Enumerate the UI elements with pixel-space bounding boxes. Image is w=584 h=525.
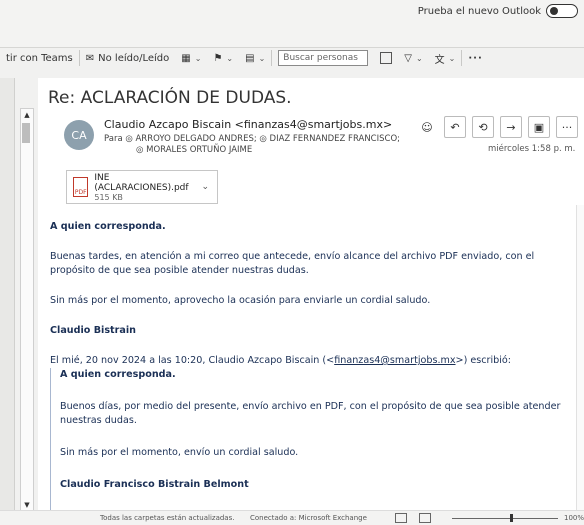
attachment-name: INE (ACLARACIONES).pdf — [94, 172, 189, 193]
teams-share-button[interactable]: ▣ — [528, 116, 550, 138]
avatar-initials: CA — [71, 128, 87, 142]
recipients-line1[interactable]: ARROYO DELGADO ANDRES; ◎ DIAZ FERNANDEZ … — [135, 134, 400, 144]
signature: Claudio Bistrain — [50, 325, 136, 336]
reply-button[interactable]: ↶ — [444, 116, 466, 138]
reading-pane-scrollbar[interactable] — [576, 205, 584, 524]
quoted-signature: Claudio Francisco Bistrain Belmont — [60, 479, 249, 490]
chevron-down-icon[interactable]: ⌄ — [201, 182, 209, 192]
search-people-placeholder: Buscar personas — [283, 53, 358, 63]
quote-header-pre: El mié, 20 nov 2024 a las 10:20, Claudio… — [50, 355, 335, 366]
chevron-down-icon: ⌄ — [226, 53, 234, 63]
contact-icon: ◎ — [136, 145, 144, 155]
attachment-info: INE (ACLARACIONES).pdf 515 KB — [94, 173, 201, 202]
forward-icon: → — [506, 120, 516, 134]
quoted-paragraph-2: Sin más por el momento, envío un cordial… — [60, 447, 299, 458]
recipients-line2[interactable]: MORALES ORTUÑO JAIME — [146, 145, 252, 155]
forward-button[interactable]: → — [500, 116, 522, 138]
normal-view-icon[interactable] — [395, 513, 407, 523]
zoom-slider-thumb[interactable] — [510, 514, 513, 522]
follow-up-button[interactable]: ⚑ ⌄ — [207, 47, 239, 69]
try-new-outlook-label: Prueba el nuevo Outlook — [417, 5, 541, 17]
chevron-down-icon: ⌄ — [415, 53, 423, 63]
to-label: Para — [104, 134, 123, 144]
chevron-down-icon: ⌄ — [194, 53, 202, 63]
emoji-reaction-button[interactable]: ☺ — [416, 116, 438, 138]
envelope-icon: ✉ — [85, 52, 95, 64]
share-teams-button[interactable]: tir con Teams — [0, 47, 79, 69]
smiley-icon: ☺ — [421, 120, 433, 134]
translate-icon: 文 — [434, 54, 445, 66]
sent-date: miércoles 1:58 p. m. — [488, 144, 576, 154]
quoted-greeting: A quien corresponda. — [60, 369, 176, 380]
attachment-size: 515 KB — [94, 192, 123, 202]
try-new-outlook-toggle[interactable] — [546, 4, 578, 18]
reading-pane: Re: ACLARACIÓN DE DUDAS. CA Claudio Azca… — [38, 78, 584, 524]
recipients-line-2: ◎ MORALES ORTUÑO JAIME — [136, 145, 252, 155]
zoom-level: 100% — [564, 514, 584, 522]
categorize-icon: ▦ — [181, 52, 191, 64]
attachment-card[interactable]: PDF INE (ACLARACIONES).pdf 515 KB ⌄ — [66, 170, 218, 204]
toolbar-divider — [271, 50, 273, 66]
contact-icon: ◎ — [125, 134, 133, 144]
message-actions: ☺ ↶ ⟲ → ▣ ··· — [416, 116, 578, 138]
folders-status: Todas las carpetas están actualizadas. — [100, 514, 235, 522]
rules-button[interactable]: ▤ ⌄ — [239, 47, 271, 69]
quote-email-link[interactable]: finanzas4@smartjobs.mx — [334, 355, 455, 366]
unread-read-button[interactable]: ✉ No leído/Leído — [80, 47, 176, 69]
filter-icon: ▽ — [404, 52, 412, 64]
filter-button[interactable]: ▽ ⌄ — [398, 47, 428, 69]
view-switcher — [395, 513, 431, 523]
reply-all-button[interactable]: ⟲ — [472, 116, 494, 138]
more-actions-button[interactable]: ··· — [556, 116, 578, 138]
quoted-paragraph-1-cont: nuestras dudas. — [60, 415, 137, 426]
paragraph-1: Buenas tardes, en atención a mi correo q… — [50, 251, 535, 262]
rules-icon: ▤ — [245, 52, 255, 64]
translate-button[interactable]: 文 ⌄ — [429, 47, 462, 69]
zoom-slider[interactable] — [452, 518, 558, 519]
chevron-down-icon: ⌄ — [258, 53, 266, 63]
more-dots-icon: ··· — [468, 52, 483, 64]
paragraph-1-cont: propósito de que sea posible atender nue… — [50, 265, 309, 276]
search-people-input[interactable]: Buscar personas — [278, 50, 369, 66]
reply-all-icon: ⟲ — [478, 120, 488, 134]
categorize-button[interactable]: ▦ ⌄ — [175, 47, 207, 69]
paragraph-2: Sin más por el momento, aprovecho la oca… — [50, 295, 431, 306]
quote-border — [50, 368, 51, 518]
greeting: A quien corresponda. — [50, 221, 166, 232]
flag-icon: ⚑ — [213, 52, 223, 64]
unread-read-label: No leído/Leído — [98, 52, 170, 64]
share-teams-label: tir con Teams — [6, 52, 73, 64]
recipients-line: Para ◎ ARROYO DELGADO ANDRES; ◎ DIAZ FER… — [104, 134, 400, 144]
teams-icon: ▣ — [533, 120, 545, 134]
connection-status: Conectado a: Microsoft Exchange — [250, 514, 367, 522]
more-dots-icon: ··· — [561, 120, 573, 134]
avatar[interactable]: CA — [64, 120, 94, 150]
scrollbar-thumb[interactable] — [22, 123, 30, 143]
address-book-icon — [380, 52, 393, 64]
email-subject: Re: ACLARACIÓN DE DUDAS. — [48, 88, 292, 108]
pdf-icon: PDF — [73, 177, 89, 197]
reply-icon: ↶ — [450, 120, 460, 134]
reading-view-icon[interactable] — [419, 513, 431, 523]
try-new-outlook[interactable]: Prueba el nuevo Outlook — [418, 4, 578, 18]
chevron-down-icon: ⌄ — [448, 53, 456, 63]
more-options-button[interactable]: ··· — [462, 47, 488, 69]
sender[interactable]: Claudio Azcapo Biscain <finanzas4@smartj… — [104, 118, 392, 131]
quote-header: El mié, 20 nov 2024 a las 10:20, Claudio… — [50, 354, 511, 368]
scroll-up-icon[interactable]: ▲ — [21, 109, 33, 121]
top-bar: Prueba el nuevo Outlook — [0, 0, 584, 48]
ribbon-toolbar: tir con Teams ✉ No leído/Leído ▦ ⌄ ⚑ ⌄ ▤ ⌄ … — [0, 46, 584, 70]
folder-pane-strip — [0, 78, 15, 524]
status-bar: Todas las carpetas están actualizadas. C… — [0, 510, 584, 525]
address-book-button[interactable] — [374, 47, 398, 69]
quote-header-post: >) escribió: — [455, 355, 512, 366]
quoted-paragraph-1: Buenos días, por medio del presente, env… — [60, 401, 561, 412]
message-list-scrollbar[interactable]: ▲ ▼ — [20, 108, 34, 512]
